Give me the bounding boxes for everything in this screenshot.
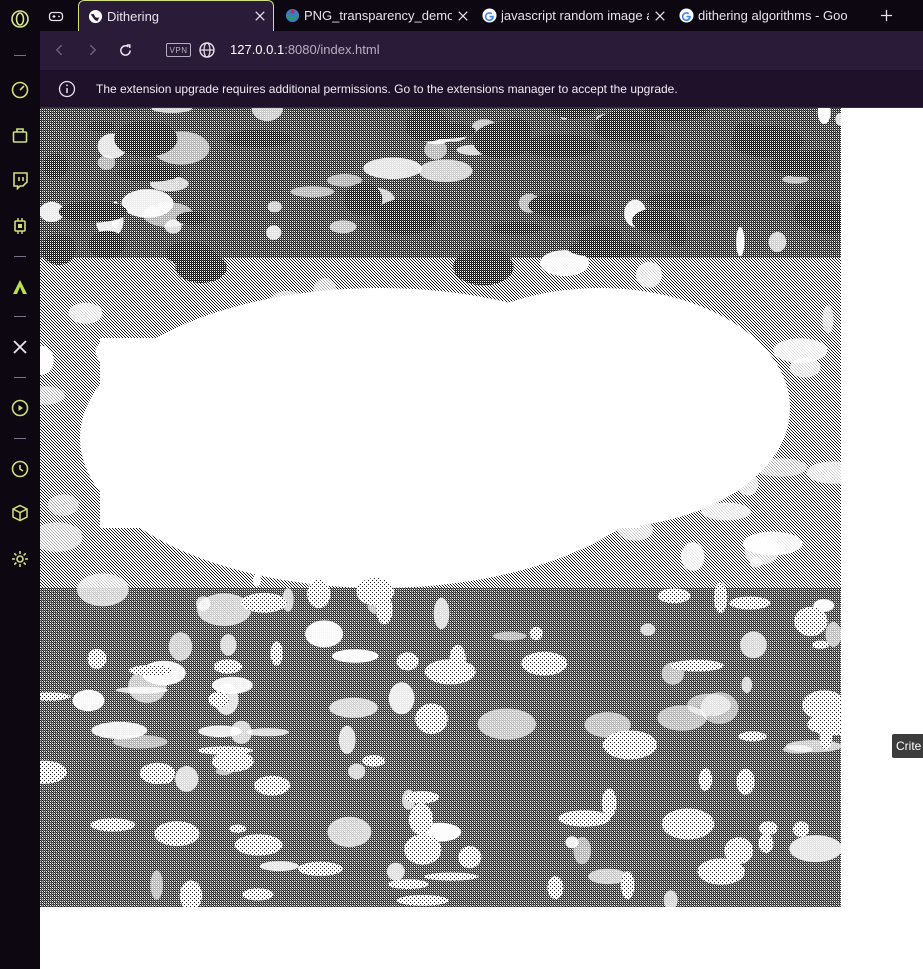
infobar-message: The extension upgrade requires additiona… bbox=[96, 82, 678, 96]
plus-icon bbox=[880, 9, 892, 21]
close-icon[interactable] bbox=[253, 9, 267, 23]
tab-strip: Dithering PNG_transparency_demons javasc… bbox=[40, 0, 923, 31]
forward-button[interactable] bbox=[82, 40, 102, 60]
opera-logo-icon[interactable] bbox=[8, 7, 32, 31]
extensions-cube-icon[interactable] bbox=[8, 501, 32, 525]
url-path: :8080/index.html bbox=[284, 42, 380, 57]
history-icon[interactable] bbox=[8, 457, 32, 481]
tab-javascript-random-image[interactable]: javascript random image ap bbox=[481, 0, 667, 31]
close-icon[interactable] bbox=[456, 9, 470, 23]
tooltip: Crite bbox=[892, 734, 923, 758]
tab-title: dithering algorithms - Goo bbox=[698, 8, 848, 23]
site-info-icon[interactable] bbox=[198, 41, 216, 59]
google-icon bbox=[678, 8, 694, 24]
reload-button[interactable] bbox=[115, 40, 135, 60]
url-host: 127.0.0.1 bbox=[230, 42, 285, 57]
sidebar-separator bbox=[14, 438, 26, 439]
extension-infobar: The extension upgrade requires additiona… bbox=[40, 70, 923, 108]
gamepad-icon bbox=[48, 8, 64, 24]
sidebar bbox=[0, 0, 40, 969]
sidebar-separator bbox=[14, 316, 26, 317]
vpn-badge[interactable]: VPN bbox=[166, 43, 191, 57]
wikimedia-icon bbox=[284, 8, 300, 24]
chip-icon[interactable] bbox=[8, 214, 32, 238]
page-content: Crite bbox=[40, 108, 923, 969]
globe-icon bbox=[87, 8, 103, 24]
close-icon[interactable] bbox=[653, 9, 667, 23]
url-field[interactable]: 127.0.0.1:8080/index.html bbox=[230, 42, 380, 57]
speed-dial-icon[interactable] bbox=[8, 78, 32, 102]
tab-pinned[interactable] bbox=[46, 0, 70, 31]
sidebar-separator bbox=[14, 256, 26, 257]
google-icon bbox=[481, 8, 497, 24]
address-bar: VPN 127.0.0.1:8080/index.html bbox=[40, 31, 923, 70]
chevron-left-icon bbox=[55, 44, 63, 56]
reload-icon bbox=[119, 43, 131, 56]
tab-title: javascript random image ap bbox=[501, 8, 649, 23]
tab-title: PNG_transparency_demons bbox=[304, 8, 452, 23]
new-tab-button[interactable] bbox=[876, 5, 896, 25]
tab-png-transparency[interactable]: PNG_transparency_demons bbox=[284, 0, 470, 31]
info-icon bbox=[58, 80, 76, 98]
aria-icon[interactable] bbox=[8, 275, 32, 299]
player-icon[interactable] bbox=[8, 396, 32, 420]
sidebar-separator bbox=[14, 377, 26, 378]
x-twitter-icon[interactable] bbox=[8, 335, 32, 359]
dithered-image bbox=[40, 108, 841, 907]
dithered-forest-image bbox=[40, 108, 841, 907]
chevron-right-icon bbox=[89, 44, 97, 56]
tab-dithering-algorithms[interactable]: dithering algorithms - Goo bbox=[678, 0, 870, 31]
twitch-icon[interactable] bbox=[8, 168, 32, 192]
back-button[interactable] bbox=[50, 40, 70, 60]
settings-gear-icon[interactable] bbox=[8, 547, 32, 571]
tab-dithering[interactable]: Dithering bbox=[78, 0, 274, 31]
tab-title: Dithering bbox=[107, 8, 160, 24]
shopping-bag-icon[interactable] bbox=[8, 123, 32, 147]
sidebar-separator bbox=[14, 55, 26, 56]
